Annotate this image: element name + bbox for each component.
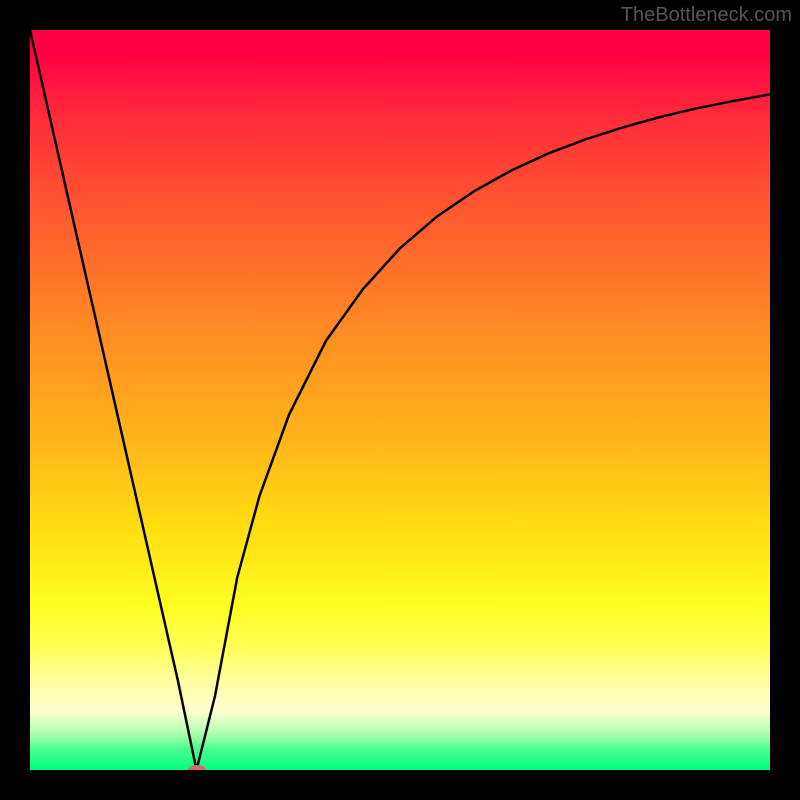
watermark-text: TheBottleneck.com (621, 4, 792, 27)
plot-area (30, 30, 770, 770)
curve-layer (30, 30, 770, 770)
optimum-marker (188, 765, 206, 770)
chart-frame: TheBottleneck.com (0, 0, 800, 800)
bottleneck-curve (30, 30, 770, 770)
